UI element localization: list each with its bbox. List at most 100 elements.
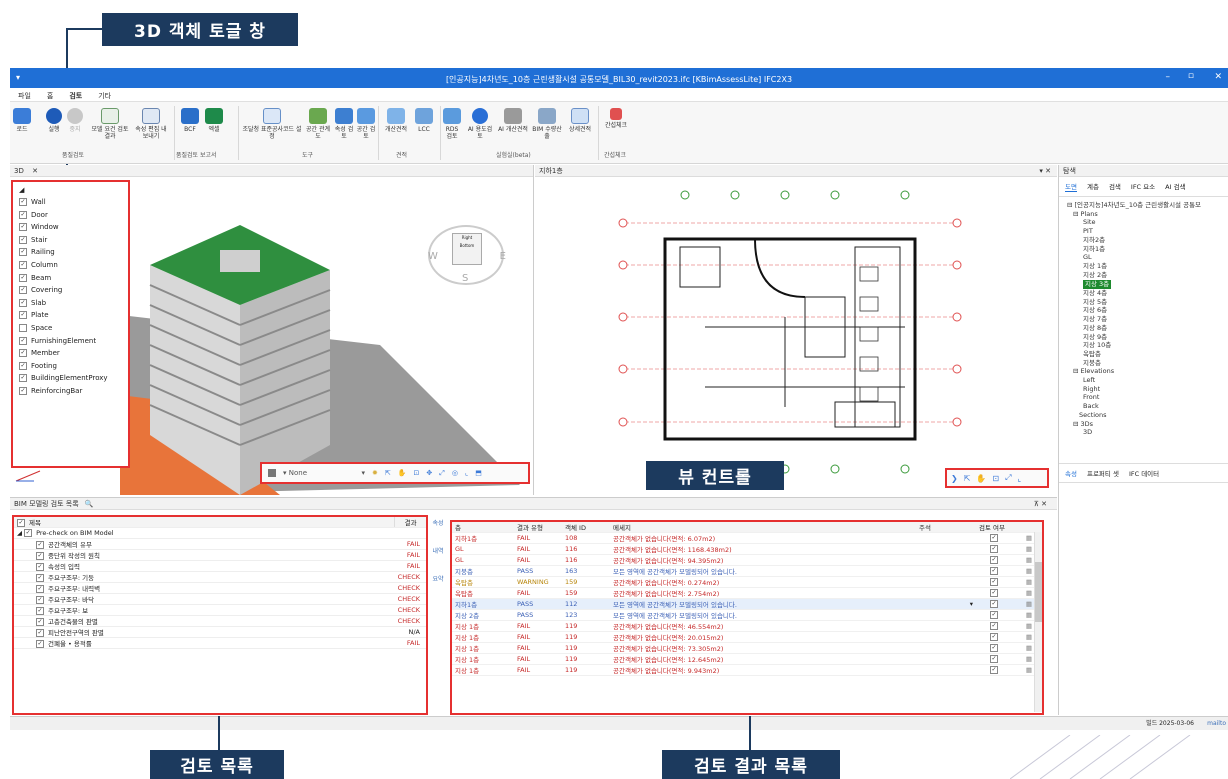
col-message[interactable]: 메세지 bbox=[610, 522, 916, 534]
navigator-tree-item[interactable]: 지상 1층 bbox=[1067, 262, 1228, 271]
check-item-checkbox[interactable]: ✓ bbox=[36, 639, 44, 648]
reviewed-checkbox[interactable]: ✓ bbox=[990, 633, 998, 642]
object-toggle-item[interactable]: ✓ ReinforcingBar bbox=[19, 385, 128, 398]
object-toggle-item[interactable]: ✓ Plate bbox=[19, 309, 128, 322]
toggle-checkbox[interactable]: ✓ bbox=[19, 260, 27, 269]
check-item-checkbox[interactable]: ✓ bbox=[36, 562, 44, 571]
panel-pin-icon[interactable]: ⊼ ✕ bbox=[1034, 498, 1047, 510]
result-reviewed[interactable]: ✓ bbox=[976, 532, 1016, 545]
check-item-checkbox[interactable]: ✓ bbox=[36, 606, 44, 615]
reviewed-checkbox[interactable]: ✓ bbox=[990, 534, 998, 543]
object-toggle-item[interactable]: ✓ Footing bbox=[19, 360, 128, 373]
check-list-row[interactable]: ✓ 고층건축물의 판별 CHECK bbox=[14, 615, 426, 627]
reviewed-checkbox[interactable]: ✓ bbox=[990, 567, 998, 576]
check-list-row[interactable]: ✓ 건폐율 • 용적률 FAIL bbox=[14, 637, 426, 649]
toggle-checkbox[interactable] bbox=[19, 323, 27, 332]
result-row[interactable]: 지붕층 PASS 163 모든 영역에 공간객체가 모델링되어 있습니다. ✓ ▦ bbox=[452, 565, 1042, 578]
result-note[interactable] bbox=[916, 609, 976, 622]
excel-button[interactable]: 엑셀 bbox=[204, 108, 224, 133]
navigator-tree-item[interactable]: 옥탑층 bbox=[1067, 350, 1228, 359]
navigator-tree-item[interactable]: PIT bbox=[1067, 227, 1228, 236]
result-reviewed[interactable]: ✓ bbox=[976, 543, 1016, 556]
zoom-extent-icon[interactable]: ⤢ bbox=[439, 469, 445, 478]
navigator-tree-item[interactable]: Back bbox=[1067, 402, 1228, 411]
minimize-button[interactable]: – bbox=[1166, 72, 1171, 82]
result-reviewed[interactable]: ✓ bbox=[976, 631, 1016, 644]
result-row[interactable]: 지상 1층 FAIL 119 공간객체가 없습니다(면적: 46.554m2) ✓ ▦ bbox=[452, 620, 1042, 633]
estimate-button[interactable]: 개산견적 bbox=[380, 108, 412, 133]
result-note[interactable] bbox=[916, 554, 976, 567]
pan-icon[interactable]: ✋ bbox=[976, 474, 986, 483]
result-row[interactable]: 지상 2층 PASS 123 모든 영역에 공간객체가 모델링되어 있습니다. ✓ ▦ bbox=[452, 609, 1042, 622]
navigator-tab[interactable]: IFC 요소 bbox=[1131, 181, 1155, 192]
export-property-button[interactable]: 속성 편집 내보내기 bbox=[134, 108, 168, 140]
object-toggle-item[interactable]: Space bbox=[19, 322, 128, 335]
check-item-checkbox[interactable]: ✓ bbox=[36, 540, 44, 549]
result-row[interactable]: 지하1층 FAIL 108 공간객체가 없습니다(면적: 6.07m2) ✓ ▦ bbox=[452, 532, 1042, 545]
toggle-checkbox[interactable]: ✓ bbox=[19, 374, 27, 383]
result-note[interactable] bbox=[916, 565, 976, 578]
toggle-checkbox[interactable]: ✓ bbox=[19, 361, 27, 370]
style-dropdown[interactable]: ▾ None ▾ bbox=[283, 469, 365, 477]
result-scrollbar[interactable] bbox=[1034, 532, 1042, 712]
navigator-tree-item[interactable]: 지상 4층 bbox=[1067, 289, 1228, 298]
property-check-button[interactable]: 속성 검토 bbox=[334, 108, 354, 140]
navigator-tree-item[interactable]: 지상 6층 bbox=[1067, 306, 1228, 315]
result-reviewed[interactable]: ✓ bbox=[976, 653, 1016, 666]
result-row[interactable]: 옥탑층 FAIL 159 공간객체가 없습니다(면적: 2.754m2) ✓ ▦ bbox=[452, 587, 1042, 600]
space-check-button[interactable]: 공간 검토 bbox=[356, 108, 376, 140]
result-reviewed[interactable]: ✓ bbox=[976, 576, 1016, 589]
navigator-tree-item[interactable]: ⊟ 3Ds bbox=[1067, 420, 1228, 429]
ai-estimate-button[interactable]: AI 개산견적 bbox=[498, 108, 528, 133]
result-row[interactable]: GL FAIL 116 공간객체가 없습니다(면적: 94.395m2) ✓ ▦ bbox=[452, 554, 1042, 567]
view-cube[interactable]: Right Bottom W E S bbox=[428, 225, 506, 285]
check-list-row[interactable]: ✓ 공간객체의 유무 FAIL bbox=[14, 538, 426, 550]
col-floor[interactable]: 층 bbox=[452, 522, 514, 534]
object-toggle-item[interactable]: ✓ Door bbox=[19, 209, 128, 222]
toggle-checkbox[interactable]: ✓ bbox=[19, 248, 27, 257]
result-reviewed[interactable]: ✓ bbox=[976, 598, 1016, 611]
toggle-checkbox[interactable]: ✓ bbox=[19, 235, 27, 244]
result-note[interactable] bbox=[916, 631, 976, 644]
result-note[interactable] bbox=[916, 664, 976, 677]
model-check-result-button[interactable]: 모델 요건 검토 결과 bbox=[90, 108, 130, 140]
floor-plan-drawing[interactable] bbox=[605, 187, 975, 477]
col-note[interactable]: 주석 bbox=[916, 522, 976, 534]
reviewed-checkbox[interactable]: ✓ bbox=[990, 578, 998, 587]
rds-check-button[interactable]: RDS 검토 bbox=[442, 108, 462, 140]
toggle-checkbox[interactable]: ✓ bbox=[19, 386, 27, 395]
col-title[interactable]: ✓ 제목 bbox=[14, 517, 395, 529]
expand-icon[interactable]: ◢ bbox=[19, 186, 128, 196]
measure-icon[interactable]: ⌞ bbox=[1017, 474, 1021, 483]
object-toggle-item[interactable]: ✓ Stair bbox=[19, 234, 128, 247]
toggle-checkbox[interactable]: ✓ bbox=[19, 311, 27, 320]
result-row[interactable]: 옥탑층 WARNING 159 공간객체가 없습니다(면적: 0.274m2) ✓ ▦ bbox=[452, 576, 1042, 589]
restore-button[interactable]: ▫ bbox=[1188, 71, 1194, 81]
navigator-tree-item[interactable]: 지상 7층 bbox=[1067, 315, 1228, 324]
side-tab-summary[interactable]: 요약 bbox=[430, 576, 446, 584]
toggle-checkbox[interactable]: ✓ bbox=[19, 223, 27, 232]
toggle-checkbox[interactable]: ✓ bbox=[19, 198, 27, 206]
result-reviewed[interactable]: ✓ bbox=[976, 664, 1016, 677]
scrollbar-thumb[interactable] bbox=[1035, 562, 1042, 622]
zoom-window-icon[interactable]: ⊡ bbox=[413, 469, 419, 477]
result-note[interactable] bbox=[916, 543, 976, 556]
run-button[interactable]: 실행 bbox=[42, 108, 66, 133]
zoom-window-icon[interactable]: ⊡ bbox=[992, 474, 999, 483]
toggle-checkbox[interactable]: ✓ bbox=[19, 298, 27, 307]
object-toggle-item[interactable]: ✓ Wall bbox=[19, 196, 128, 209]
object-toggle-item[interactable]: ✓ Beam bbox=[19, 272, 128, 285]
navigator-tree-item[interactable]: 지상 10층 bbox=[1067, 341, 1228, 350]
result-reviewed[interactable]: ✓ bbox=[976, 642, 1016, 655]
check-item-checkbox[interactable]: ✓ bbox=[36, 551, 44, 560]
result-row[interactable]: GL FAIL 116 공간객체가 없습니다(면적: 1168.438m2) ✓ ▦ bbox=[452, 543, 1042, 556]
object-toggle-item[interactable]: ✓ Slab bbox=[19, 297, 128, 310]
check-list-row[interactable]: ✓ 주요구조부: 보 CHECK bbox=[14, 604, 426, 616]
box-icon[interactable]: ⬒ bbox=[475, 469, 482, 477]
object-toggle-item[interactable]: ✓ Railing bbox=[19, 246, 128, 259]
side-tab-detail[interactable]: 내역 bbox=[430, 548, 446, 556]
result-note[interactable] bbox=[916, 620, 976, 633]
result-reviewed[interactable]: ✓ bbox=[976, 554, 1016, 567]
close-button[interactable]: ✕ bbox=[1214, 72, 1222, 82]
check-item-checkbox[interactable]: ✓ bbox=[36, 595, 44, 604]
